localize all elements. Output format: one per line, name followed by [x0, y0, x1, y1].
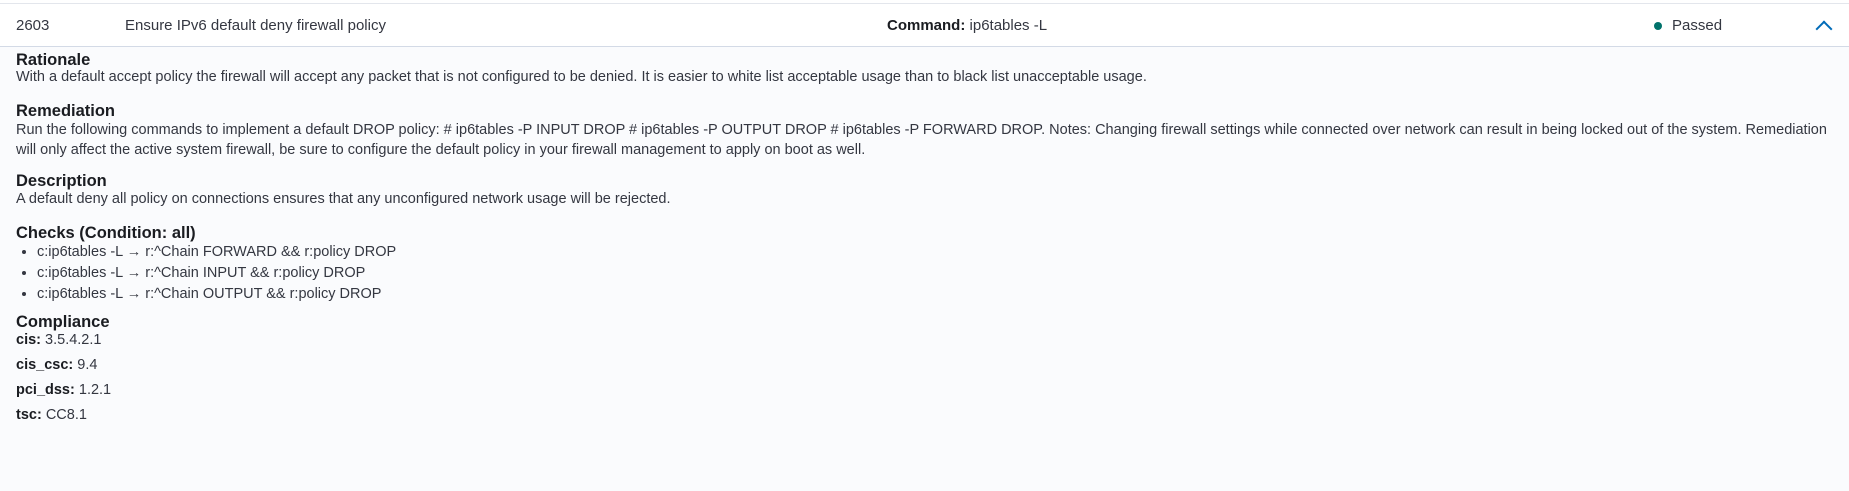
command-value: ip6tables -L: [969, 17, 1048, 34]
chevron-up-icon: [1815, 20, 1833, 38]
check-item: c:ip6tables -L → r:^Chain INPUT && r:pol…: [37, 263, 396, 284]
compliance-item-cis-csc: cis_csc: 9.4: [16, 357, 98, 373]
checks-heading: Checks (Condition: all): [16, 224, 196, 242]
command-label: Command:: [887, 17, 966, 34]
rationale-text: With a default accept policy the firewal…: [16, 69, 1147, 85]
remediation-heading: Remediation: [16, 102, 116, 120]
checks-list: c:ip6tables -L → r:^Chain FORWARD && r:p…: [16, 242, 396, 305]
compliance-list: cis: 3.5.4.2.1 cis_csc: 9.4 pci_dss: 1.2…: [16, 328, 111, 428]
compliance-item-cis: cis: 3.5.4.2.1: [16, 332, 102, 348]
status-badge: Passed: [1654, 4, 1722, 48]
rule-row[interactable]: 2603 Ensure IPv6 default deny firewall p…: [0, 3, 1849, 47]
compliance-item-pci-dss: pci_dss: 1.2.1: [16, 382, 112, 398]
status-text: Passed: [1672, 17, 1723, 34]
rule-command: Command: ip6tables -L: [887, 4, 1047, 48]
rule-title: Ensure IPv6 default deny firewall policy: [125, 17, 386, 34]
remediation-text: Run the following commands to implement …: [16, 122, 1827, 158]
compliance-item-tsc: tsc: CC8.1: [16, 407, 87, 423]
description-text: A default deny all policy on connections…: [16, 191, 671, 207]
check-item: c:ip6tables -L → r:^Chain FORWARD && r:p…: [37, 242, 396, 263]
rule-details-panel: Rationale With a default accept policy t…: [0, 47, 1849, 491]
status-dot-icon: [1654, 22, 1662, 30]
rule-id: 2603: [16, 17, 50, 34]
collapse-toggle-button[interactable]: [1812, 4, 1836, 48]
check-item: c:ip6tables -L → r:^Chain OUTPUT && r:po…: [37, 284, 396, 305]
